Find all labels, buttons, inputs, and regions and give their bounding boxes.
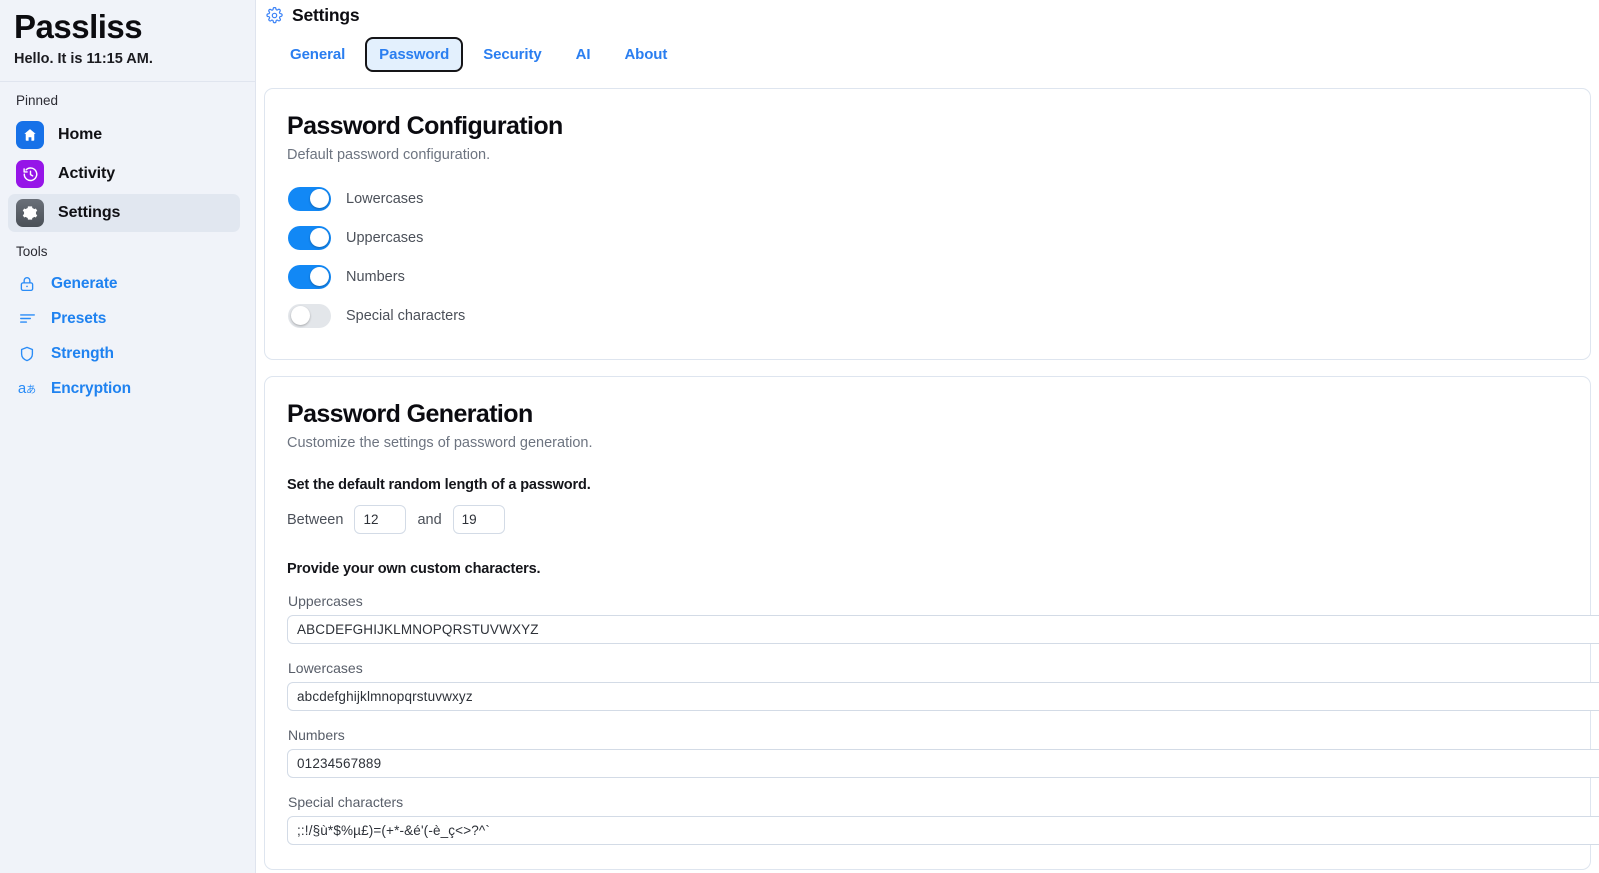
toggle-row-lowercases: Lowercases	[288, 179, 1568, 218]
sidebar-item-encryption[interactable]: aあ Encryption	[0, 371, 255, 406]
between-label: Between	[287, 511, 344, 528]
toggle-label: Lowercases	[346, 190, 424, 207]
app-title: Passliss	[14, 8, 143, 45]
shield-icon	[16, 343, 38, 365]
gear-icon	[16, 199, 44, 227]
sidebar: Passliss Hello. It is 11:15 AM. Pinned H…	[0, 0, 256, 873]
card-subtitle: Customize the settings of password gener…	[287, 435, 593, 451]
history-icon	[16, 160, 44, 188]
toggle-label: Uppercases	[346, 229, 424, 246]
sidebar-item-home[interactable]: Home	[8, 116, 240, 154]
custom-characters-heading: Provide your own custom characters.	[287, 561, 541, 577]
lowercases-input[interactable]	[287, 682, 1599, 711]
toggle-row-uppercases: Uppercases	[288, 218, 1568, 257]
gear-icon	[266, 7, 283, 24]
card-subtitle: Default password configuration.	[287, 147, 491, 163]
sidebar-item-presets[interactable]: Presets	[0, 301, 255, 336]
toggle-label: Special characters	[346, 307, 466, 324]
translate-icon: aあ	[17, 380, 37, 397]
length-heading: Set the default random length of a passw…	[287, 477, 591, 493]
greeting-text: Hello. It is 11:15 AM.	[14, 51, 153, 67]
tools-group-label: Tools	[16, 244, 48, 259]
pinned-group-label: Pinned	[16, 93, 59, 108]
main-content: Settings General Password Security AI Ab…	[256, 0, 1599, 873]
special-characters-input[interactable]	[287, 816, 1599, 845]
sidebar-item-label: Settings	[58, 204, 121, 221]
tab-password[interactable]: Password	[365, 37, 464, 72]
special-characters-field-label: Special characters	[288, 794, 404, 810]
card-title: Password Generation	[287, 400, 533, 428]
sidebar-item-label: Activity	[58, 165, 115, 182]
toggle-row-numbers: Numbers	[288, 257, 1568, 296]
tab-ai[interactable]: AI	[562, 37, 605, 72]
settings-tabbar: General Password Security AI About	[256, 26, 1599, 72]
lowercases-field-label: Lowercases	[288, 660, 363, 676]
special-characters-toggle[interactable]	[288, 303, 331, 328]
password-generation-card: Password Generation Customize the settin…	[264, 376, 1599, 870]
brand-block: Passliss Hello. It is 11:15 AM.	[0, 0, 255, 82]
sidebar-item-settings[interactable]: Settings	[8, 194, 240, 232]
uppercases-input[interactable]	[287, 615, 1599, 644]
tab-about[interactable]: About	[610, 37, 681, 72]
page-header: Settings	[256, 0, 1599, 26]
password-configuration-card: Password Configuration Default password …	[264, 88, 1591, 360]
tab-general[interactable]: General	[276, 37, 359, 72]
toggle-label: Numbers	[346, 268, 405, 285]
length-range-row: Between and	[287, 505, 1568, 534]
card-title: Password Configuration	[287, 112, 563, 140]
numbers-input[interactable]	[287, 749, 1599, 778]
lowercases-toggle[interactable]	[288, 186, 331, 211]
uppercases-field-label: Uppercases	[288, 593, 363, 609]
tab-security[interactable]: Security	[469, 37, 555, 72]
sidebar-item-label: Encryption	[51, 379, 131, 397]
min-length-input[interactable]	[354, 505, 407, 534]
list-lines-icon	[16, 308, 38, 330]
sidebar-item-label: Strength	[51, 344, 114, 362]
max-length-input[interactable]	[452, 505, 505, 534]
padlock-icon	[16, 273, 38, 295]
numbers-toggle[interactable]	[288, 264, 331, 289]
sidebar-item-generate[interactable]: Generate	[0, 266, 255, 301]
uppercases-toggle[interactable]	[288, 225, 331, 250]
numbers-field-label: Numbers	[288, 727, 345, 743]
page-title: Settings	[292, 5, 360, 25]
app-root: Passliss Hello. It is 11:15 AM. Pinned H…	[0, 0, 1599, 873]
sidebar-item-strength[interactable]: Strength	[0, 336, 255, 371]
sidebar-item-label: Home	[58, 126, 103, 143]
and-label: and	[417, 511, 442, 528]
toggle-row-special-characters: Special characters	[288, 296, 1568, 335]
sidebar-item-label: Presets	[51, 309, 107, 327]
home-icon	[16, 121, 44, 149]
sidebar-item-activity[interactable]: Activity	[8, 155, 240, 193]
sidebar-item-label: Generate	[51, 274, 118, 292]
